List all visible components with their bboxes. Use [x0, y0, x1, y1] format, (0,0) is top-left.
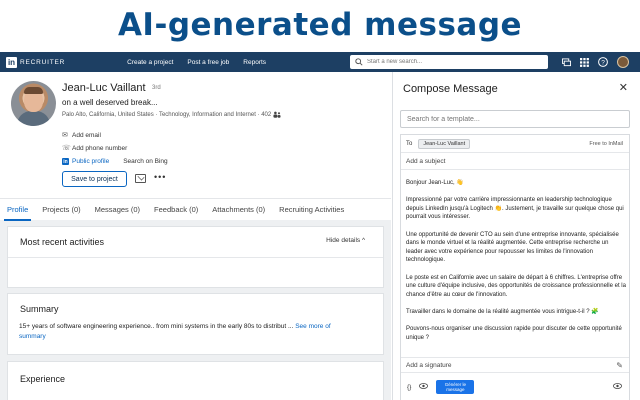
hide-details-button[interactable]: Hide details ^ [326, 237, 365, 244]
summary-body: 15+ years of software engineering experi… [19, 323, 294, 330]
connection-degree: 3rd [152, 85, 161, 91]
top-navigation: in RECRUITER Create a project Post a fre… [0, 52, 640, 72]
more-options-button[interactable]: ••• [154, 172, 166, 182]
nav-create-project[interactable]: Create a project [127, 59, 173, 66]
save-to-project-button[interactable]: Save to project [62, 171, 127, 187]
message-paragraph: Impressionné par votre carrière impressi… [406, 197, 624, 221]
connections-icon [273, 111, 281, 118]
preview-eye-icon[interactable] [613, 383, 622, 391]
recipient-chip[interactable]: Jean-Luc Vaillant [418, 138, 471, 149]
tab-attachments[interactable]: Attachments (0) [205, 199, 272, 221]
message-paragraph: Pouvons-nous organiser une discussion ra… [406, 326, 622, 341]
linkedin-icon: in [6, 56, 17, 68]
message-body[interactable]: Bonjour Jean-Luc, 👋 Impressionné par vot… [406, 179, 626, 351]
banner: AI-generated message [0, 0, 640, 50]
experience-title: Experience [20, 374, 66, 384]
add-phone-label: Add phone number [72, 144, 128, 152]
add-email-label: Add email [72, 131, 101, 139]
search-bing-link[interactable]: Search on Bing [123, 158, 167, 165]
template-search-input[interactable] [400, 110, 630, 128]
message-box: To Jean-Luc Vaillant Free to InMail Add … [400, 134, 630, 400]
tab-messages[interactable]: Messages (0) [88, 199, 147, 221]
search-box[interactable] [350, 55, 548, 69]
search-input[interactable] [367, 59, 537, 65]
mail-icon: ✉ [62, 132, 68, 139]
profile-name[interactable]: Jean-Luc Vaillant [62, 82, 146, 94]
signature-placeholder: Add a signature [406, 362, 452, 369]
profile-headline: on a well deserved break... [62, 98, 158, 107]
tab-profile[interactable]: Profile [0, 199, 35, 221]
phone-icon: ☏ [62, 145, 71, 152]
linkedin-icon: in [62, 158, 69, 165]
add-phone-link[interactable]: ☏ Add phone number [62, 144, 128, 153]
compose-toolbar: {} Générer le message [401, 375, 629, 399]
nav-post-job[interactable]: Post a free job [187, 59, 229, 66]
subject-field[interactable]: Add a subject [401, 154, 629, 170]
profile-meta: Palo Alto, California, United States · T… [62, 111, 281, 118]
summary-card: Summary 15+ years of software engineerin… [7, 293, 384, 355]
tab-feedback[interactable]: Feedback (0) [147, 199, 205, 221]
nav-reports[interactable]: Reports [243, 59, 266, 66]
search-icon [355, 58, 363, 66]
public-profile-link[interactable]: Public profile [72, 158, 109, 165]
divider [8, 257, 383, 258]
generate-message-button[interactable]: Générer le message [436, 380, 475, 394]
tab-projects[interactable]: Projects (0) [35, 199, 87, 221]
recipient-row: To Jean-Luc Vaillant Free to InMail [401, 135, 629, 153]
signature-field[interactable]: Add a signature ✎ [401, 357, 629, 373]
activities-title: Most recent activities [20, 237, 105, 247]
close-icon[interactable]: ✕ [619, 81, 628, 94]
profile-pane: Jean-Luc Vaillant 3rd on a well deserved… [0, 72, 391, 400]
profile-card: Jean-Luc Vaillant 3rd on a well deserved… [0, 72, 391, 221]
banner-title: AI-generated message [117, 7, 523, 43]
grid-icon[interactable] [578, 56, 590, 68]
messages-icon[interactable] [560, 56, 572, 68]
summary-text: 15+ years of software engineering experi… [19, 322, 359, 342]
experience-card: Experience [7, 361, 384, 400]
svg-text:?: ? [601, 59, 605, 66]
profile-tabs: Profile Projects (0) Messages (0) Feedba… [0, 198, 391, 221]
eye-icon[interactable] [419, 383, 429, 391]
add-email-link[interactable]: ✉ Add email [62, 131, 101, 140]
message-paragraph: Une opportunité de devenir CTO au sein d… [406, 231, 619, 264]
message-paragraph: Bonjour Jean-Luc, 👋 [406, 180, 464, 186]
to-label: To [406, 140, 413, 147]
message-paragraph: Le poste est en Californie avec un salai… [406, 274, 626, 298]
code-variables-icon[interactable]: {} [407, 384, 411, 391]
activities-card: Most recent activities Hide details ^ [7, 226, 384, 288]
compose-panel: Compose Message ✕ To Jean-Luc Vaillant F… [392, 72, 640, 400]
profile-meta-text: Palo Alto, California, United States · T… [62, 112, 272, 119]
message-icon[interactable] [135, 174, 146, 183]
help-icon[interactable]: ? [597, 56, 609, 68]
pencil-icon[interactable]: ✎ [616, 361, 623, 370]
profile-photo [11, 81, 56, 126]
tab-recruiting-activities[interactable]: Recruiting Activities [272, 199, 351, 221]
brand-logo[interactable]: in RECRUITER [6, 56, 66, 68]
compose-title: Compose Message [403, 83, 498, 95]
user-avatar[interactable] [617, 56, 629, 68]
brand-text: RECRUITER [20, 58, 66, 66]
summary-title: Summary [20, 304, 59, 314]
inmail-status: Free to InMail [589, 141, 623, 147]
message-paragraph: Travailler dans le domaine de la réalité… [406, 308, 599, 315]
profile-links: in Public profile Search on Bing [62, 158, 168, 165]
